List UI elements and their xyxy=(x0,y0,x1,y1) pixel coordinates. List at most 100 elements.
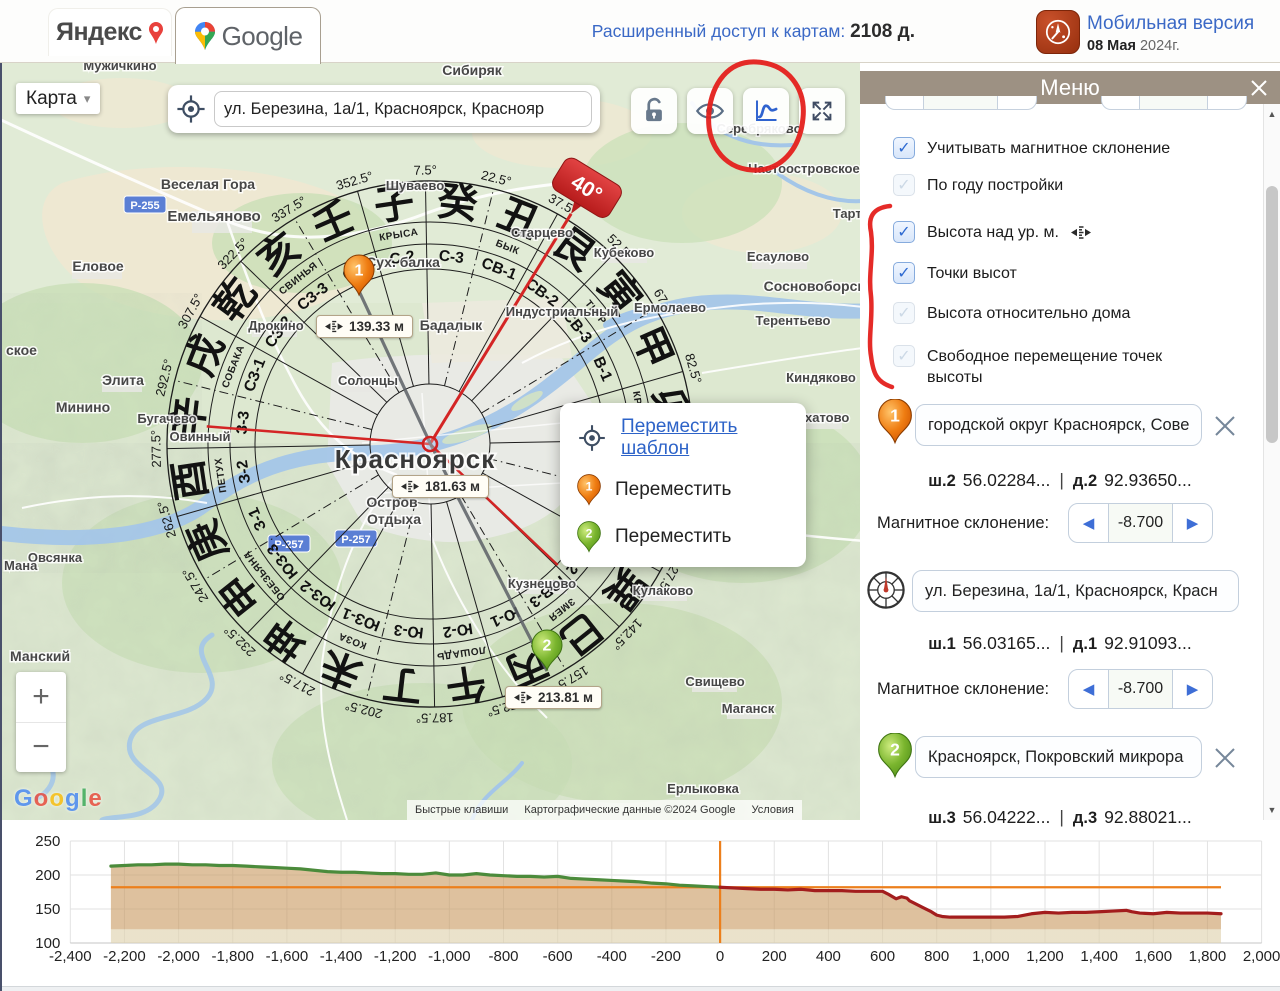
x-tick-label: -2,200 xyxy=(103,948,146,965)
map-label: Емельяново xyxy=(167,208,260,225)
compass-degree-label: 277.5° xyxy=(148,430,164,468)
template-coordinates: ш.156.03165... | д.192.91093... xyxy=(860,633,1260,654)
google-logo-text: Google xyxy=(222,21,303,52)
move-marker1-row[interactable]: 1 Переместить xyxy=(576,473,790,507)
compass-degree-label: 7.5° xyxy=(413,162,437,177)
checkbox-icon[interactable] xyxy=(893,137,915,159)
checkbox-magnetic-declination[interactable]: Учитывать магнитное склонение xyxy=(893,137,1243,160)
map-data-copyright: Картографические данные ©2024 Google xyxy=(516,800,743,820)
map-label: Ерлыковка xyxy=(667,781,739,796)
remove-point2-icon[interactable] xyxy=(1212,745,1238,771)
checkbox-elevation-points[interactable]: Точки высот xyxy=(893,262,1243,285)
move-template-row[interactable]: Переместить шаблон xyxy=(576,416,790,460)
checkbox-height-relative-to-house[interactable]: Высота относительно дома xyxy=(893,302,1243,325)
x-tick-label: -2,000 xyxy=(157,948,200,965)
y-tick-label: 250 xyxy=(35,833,60,850)
point1-address-input[interactable] xyxy=(915,404,1202,446)
elevation-chart-icon xyxy=(751,96,781,126)
road-badge-label: Р-255 xyxy=(130,200,159,212)
x-tick-label: 1,200 xyxy=(1026,948,1064,965)
x-tick-label: 2,000 xyxy=(1243,948,1280,965)
map-label: Овинный xyxy=(170,429,231,444)
checkbox-icon[interactable] xyxy=(893,302,915,324)
zoom-in-button[interactable]: + xyxy=(16,672,66,723)
extended-access-link[interactable]: Расширенный доступ к картам: 2108 д. xyxy=(592,21,915,43)
checkbox-icon[interactable] xyxy=(893,262,915,284)
remove-point1-icon[interactable] xyxy=(1212,413,1238,439)
app-window: Яндекс Google Расширенный доступ к карта… xyxy=(0,0,1280,991)
map-label: Кулаково xyxy=(633,583,694,598)
scrollbar-thumb[interactable] xyxy=(1266,186,1278,443)
checkbox-icon[interactable] xyxy=(893,174,915,196)
map-type-label: Карта xyxy=(26,88,77,110)
x-tick-label: -1,800 xyxy=(211,948,254,965)
elevation-scale-icon xyxy=(514,691,532,704)
map-label: Отдыха xyxy=(367,511,421,527)
decrease-button[interactable]: ◀ xyxy=(1069,504,1108,542)
increase-button[interactable]: ▶ xyxy=(1173,504,1212,542)
map-label: Элита xyxy=(102,372,144,388)
shortcuts-link[interactable]: Быстрые клавиши xyxy=(407,800,516,820)
declination-value: -8.700 xyxy=(1108,670,1173,708)
lock-button[interactable] xyxy=(631,88,677,134)
map-toolbar xyxy=(631,88,845,134)
zoom-out-button[interactable]: − xyxy=(16,723,66,773)
search-bar xyxy=(168,85,600,133)
checkbox-altitude-above-sea[interactable]: Высота над ур. м. xyxy=(893,221,1243,244)
tab-google[interactable]: Google xyxy=(175,7,321,64)
x-tick-label: 1,400 xyxy=(1080,948,1118,965)
svg-text:2: 2 xyxy=(543,638,552,655)
close-icon[interactable] xyxy=(1248,77,1270,99)
elevation-profile-button[interactable] xyxy=(743,88,789,134)
checkbox-icon[interactable] xyxy=(893,345,915,367)
clipped-stepper xyxy=(1101,96,1247,110)
svg-text:1: 1 xyxy=(890,405,900,425)
checkbox-icon[interactable] xyxy=(893,221,915,243)
compass-sector-label: С-3 xyxy=(438,247,465,267)
marker2-pin-icon: 2 xyxy=(576,520,602,554)
map-label: Солонцы xyxy=(338,373,398,388)
menu-scrollbar[interactable]: ▲ ▼ xyxy=(1263,104,1280,820)
menu-title: Меню xyxy=(1040,75,1099,101)
horizontal-scrollbar[interactable] xyxy=(2,986,1280,991)
scroll-up-icon[interactable]: ▲ xyxy=(1264,106,1280,122)
target-icon[interactable] xyxy=(174,92,208,126)
compass-mountain-char: 丁 xyxy=(380,660,425,708)
fullscreen-button[interactable] xyxy=(799,88,845,134)
visibility-button[interactable] xyxy=(687,88,733,134)
compass-app-icon[interactable] xyxy=(1036,10,1080,54)
map-type-button[interactable]: Карта ▾ xyxy=(16,83,100,114)
point2-address-input[interactable] xyxy=(915,736,1202,778)
map-label: Частоостровское xyxy=(748,161,859,176)
template-address-input[interactable] xyxy=(912,570,1239,612)
checkbox-by-year-built[interactable]: По году постройки xyxy=(893,174,1243,197)
search-input[interactable] xyxy=(214,91,592,127)
map-label: Кубеково xyxy=(594,245,655,260)
y-tick-label: 200 xyxy=(35,867,60,884)
mobile-version-link[interactable]: Мобильная версия xyxy=(1087,13,1262,35)
declination-stepper: ◀ -8.700 ▶ xyxy=(1068,503,1213,543)
map-label: Есаулово xyxy=(747,249,809,264)
elevation-scale-icon xyxy=(325,320,343,333)
extended-access-days: 2108 д. xyxy=(850,21,915,42)
move-marker2-row[interactable]: 2 Переместить xyxy=(576,520,790,554)
svg-text:2: 2 xyxy=(890,739,900,759)
elevation-profile-chart: -2,400-2,200-2,000-1,800-1,600-1,400-1,2… xyxy=(0,820,1280,991)
map-canvas[interactable]: Р-255Р-257Р-257 7.5°22.5°37.5°52.5°67.5°… xyxy=(0,63,860,820)
svg-text:1: 1 xyxy=(355,263,364,280)
move-marker1-label: Переместить xyxy=(615,479,731,501)
increase-button[interactable]: ▶ xyxy=(1173,670,1212,708)
point1-coordinates: ш.256.02284... | д.292.93650... xyxy=(860,470,1260,491)
terms-link[interactable]: Условия xyxy=(744,800,802,820)
template-declination-row: Магнитное склонение: ◀ -8.700 ▶ xyxy=(877,669,1213,709)
map-label: Минино xyxy=(56,399,110,415)
map-label: Тартат xyxy=(833,206,860,221)
move-template-link[interactable]: Переместить шаблон xyxy=(621,416,790,460)
scroll-down-icon[interactable]: ▼ xyxy=(1264,802,1280,818)
tab-yandex[interactable]: Яндекс xyxy=(48,8,172,56)
map-attribution: Быстрые клавиши Картографические данные … xyxy=(407,800,802,820)
decrease-button[interactable]: ◀ xyxy=(1069,670,1108,708)
map-label: Манский xyxy=(10,648,70,664)
checkbox-free-move-elevation-points[interactable]: Свободное перемещение точек высоты xyxy=(893,345,1213,389)
x-tick-label: 1,000 xyxy=(972,948,1010,965)
